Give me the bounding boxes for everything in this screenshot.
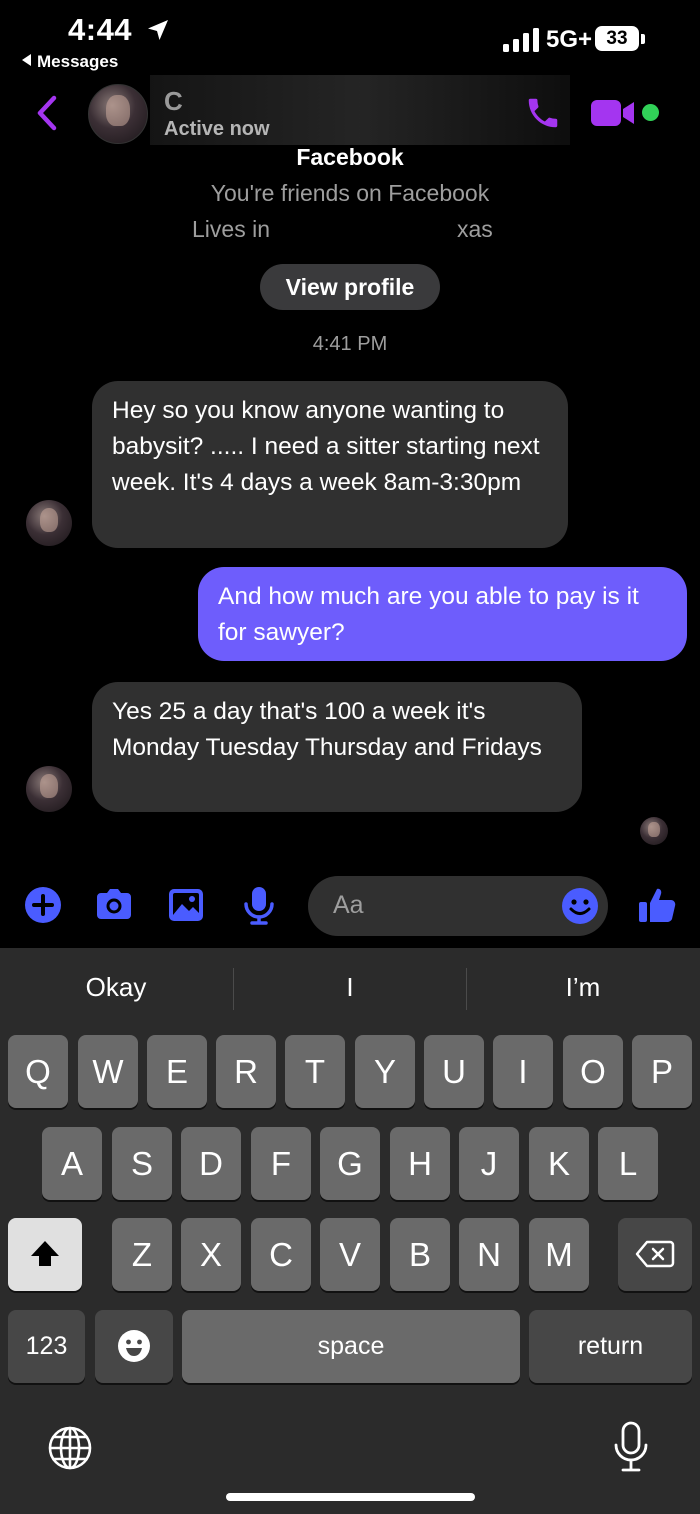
key-v[interactable]: V (320, 1218, 380, 1291)
contact-name[interactable]: C (164, 86, 183, 117)
outgoing-message[interactable]: And how much are you able to pay is it f… (198, 567, 687, 661)
key-l[interactable]: L (598, 1127, 658, 1200)
view-profile-button[interactable]: View profile (260, 264, 440, 310)
key-a[interactable]: A (42, 1127, 102, 1200)
key-f[interactable]: F (251, 1127, 311, 1200)
sender-avatar[interactable] (26, 766, 72, 812)
key-k[interactable]: K (529, 1127, 589, 1200)
plus-icon[interactable] (22, 884, 64, 926)
lives-in-suffix: xas (457, 216, 493, 242)
key-b[interactable]: B (390, 1218, 450, 1291)
key-r[interactable]: R (216, 1035, 276, 1108)
key-i[interactable]: I (493, 1035, 553, 1108)
space-key[interactable]: space (182, 1310, 520, 1383)
message-timestamp: 4:41 PM (312, 333, 388, 355)
key-j[interactable]: J (459, 1127, 519, 1200)
incoming-message[interactable]: Hey so you know anyone wanting to babysi… (92, 381, 568, 548)
friends-text: You're friends on Facebook (210, 180, 490, 206)
online-indicator (642, 104, 659, 121)
key-o[interactable]: O (563, 1035, 623, 1108)
numbers-key[interactable]: 123 (8, 1310, 85, 1383)
status-time: 4:44 (68, 12, 133, 47)
shift-icon (31, 1241, 59, 1266)
battery-icon: 33 (595, 26, 649, 53)
key-m[interactable]: M (529, 1218, 589, 1291)
mic-icon[interactable] (238, 884, 280, 926)
lives-in-prefix: Lives in (192, 216, 270, 242)
gallery-icon[interactable] (165, 884, 207, 926)
back-triangle-icon (22, 54, 31, 66)
delete-icon (635, 1240, 675, 1268)
incoming-message[interactable]: Yes 25 a day that's 100 a week it's Mond… (92, 682, 582, 812)
home-indicator[interactable] (226, 1493, 475, 1501)
key-q[interactable]: Q (8, 1035, 68, 1108)
globe-icon[interactable] (46, 1424, 94, 1472)
phone-icon[interactable] (524, 94, 562, 132)
delete-key[interactable] (618, 1218, 692, 1291)
key-z[interactable]: Z (112, 1218, 172, 1291)
key-e[interactable]: E (147, 1035, 207, 1108)
network-type: 5G+ (546, 26, 593, 53)
key-g[interactable]: G (320, 1127, 380, 1200)
key-t[interactable]: T (285, 1035, 345, 1108)
return-key[interactable]: return (529, 1310, 692, 1383)
message-input-placeholder: Aa (333, 891, 364, 919)
camera-icon[interactable] (93, 884, 135, 926)
emoji-keyboard-icon (118, 1330, 150, 1362)
suggestion-2[interactable]: I (234, 972, 466, 1003)
emoji-icon[interactable] (560, 886, 600, 926)
suggestion-1[interactable]: Okay (0, 972, 232, 1003)
key-h[interactable]: H (390, 1127, 450, 1200)
sender-avatar[interactable] (26, 500, 72, 546)
key-x[interactable]: X (181, 1218, 241, 1291)
location-arrow-icon (148, 20, 168, 40)
key-u[interactable]: U (424, 1035, 484, 1108)
dictation-icon[interactable] (610, 1420, 652, 1474)
key-c[interactable]: C (251, 1218, 311, 1291)
key-s[interactable]: S (112, 1127, 172, 1200)
back-to-app-link[interactable]: Messages (22, 52, 118, 72)
key-y[interactable]: Y (355, 1035, 415, 1108)
signal-icon (503, 28, 539, 52)
suggestion-3[interactable]: I’m (467, 972, 699, 1003)
active-status: Active now (164, 118, 270, 140)
video-icon[interactable] (590, 98, 636, 128)
thumbs-up-icon[interactable] (636, 884, 678, 926)
read-receipt-avatar (640, 817, 668, 845)
key-d[interactable]: D (181, 1127, 241, 1200)
emoji-key[interactable] (95, 1310, 173, 1383)
key-w[interactable]: W (78, 1035, 138, 1108)
battery-percent: 33 (606, 28, 628, 49)
contact-avatar[interactable] (88, 84, 148, 144)
key-n[interactable]: N (459, 1218, 519, 1291)
key-p[interactable]: P (632, 1035, 692, 1108)
back-app-label: Messages (37, 52, 119, 71)
back-chevron-icon[interactable] (34, 94, 60, 132)
shift-key[interactable] (8, 1218, 82, 1291)
profile-platform: Facebook (296, 144, 404, 170)
